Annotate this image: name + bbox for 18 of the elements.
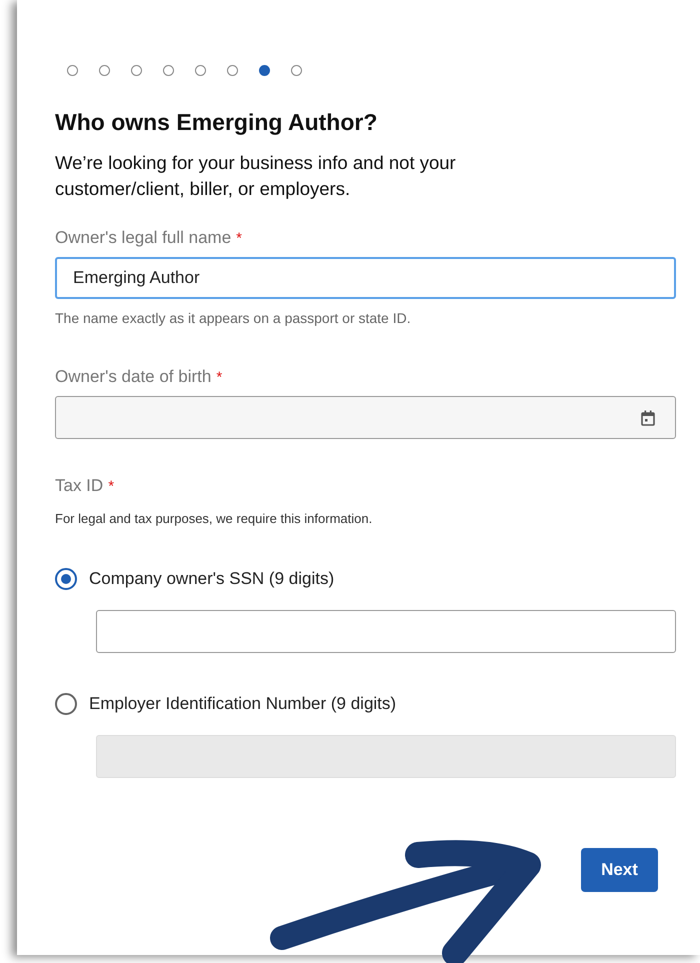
- field-label: Owner's date of birth: [55, 367, 212, 387]
- required-mark: *: [236, 230, 242, 247]
- option-label: Employer Identification Number (9 digits): [89, 694, 396, 714]
- field-label: Owner's legal full name: [55, 228, 232, 248]
- required-mark: *: [108, 478, 114, 495]
- form-title: Who owns Emerging Author?: [55, 108, 378, 136]
- help-text: The name exactly as it appears on a passport or state ID.: [55, 310, 412, 326]
- form-subtitle: We’re looking for your business info and not your customer/client, biller, or employers.: [55, 151, 457, 201]
- next-button[interactable]: Next: [581, 848, 658, 892]
- input-field[interactable]: [96, 610, 676, 653]
- required-mark: *: [216, 369, 222, 386]
- field-label: Tax ID: [55, 476, 104, 496]
- option-label: Company owner's SSN (9 digits): [89, 569, 334, 589]
- info-text: For legal and tax purposes, we require this information.: [55, 511, 374, 526]
- name-field[interactable]: Emerging Author: [55, 257, 676, 299]
- calendar-icon: [641, 410, 655, 426]
- radio-button[interactable]: [55, 568, 77, 590]
- date-field[interactable]: [55, 396, 676, 439]
